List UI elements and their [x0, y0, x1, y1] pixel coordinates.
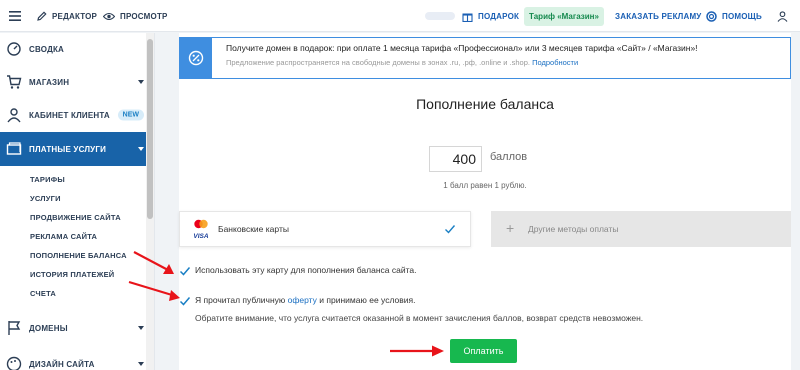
tariff-badge[interactable]: Тариф «Магазин» — [524, 7, 604, 26]
sidebar-item-paid-services[interactable]: ПЛАТНЫЕ УСЛУГИ — [0, 132, 146, 166]
lifebuoy-icon — [706, 10, 717, 22]
sidebar-item-label: ПЛАТНЫЕ УСЛУГИ — [29, 144, 107, 154]
chevron-down-icon — [138, 326, 144, 330]
main-content: Получите домен в подарок: при оплате 1 м… — [155, 33, 800, 370]
flag-icon — [8, 321, 21, 335]
sidebar-item-summary[interactable]: СВОДКА — [0, 33, 146, 65]
hamburger-menu-icon[interactable] — [9, 0, 21, 32]
pencil-icon — [37, 11, 47, 21]
editor-label: РЕДАКТОР — [52, 11, 98, 21]
eye-icon — [103, 12, 115, 20]
blurred-text — [425, 12, 455, 20]
balance-panel: Получите домен в подарок: при оплате 1 м… — [179, 33, 791, 370]
top-bar: РЕДАКТОР ПРОСМОТР ПОДАРОК Тариф «Магазин… — [0, 0, 800, 32]
dashboard-icon — [7, 42, 21, 56]
order-ads-link[interactable]: ЗАКАЗАТЬ РЕКЛАМУ — [615, 0, 702, 32]
sidebar-item-client-cabinet[interactable]: КАБИНЕТ КЛИЕНТА NEW — [0, 99, 146, 131]
scrollbar-thumb[interactable] — [147, 39, 153, 219]
save-card-label: Использовать эту карту для пополнения ба… — [195, 265, 417, 275]
editor-button[interactable]: РЕДАКТОР — [37, 0, 97, 32]
refund-note: Обратите внимание, что услуга считается … — [195, 313, 644, 323]
cart-icon — [7, 75, 22, 89]
annotation-arrow-icon — [128, 280, 180, 301]
sidebar: СВОДКА МАГАЗИН КАБИНЕТ КЛИЕНТА NEW ПЛАТН… — [0, 33, 155, 370]
agree-suffix: и принимаю ее условия. — [319, 295, 416, 305]
sidebar-item-shop[interactable]: МАГАЗИН — [0, 66, 146, 98]
submenu-invoices[interactable]: СЧЕТА — [30, 289, 56, 298]
discount-icon — [180, 38, 212, 78]
new-badge: NEW — [117, 109, 144, 121]
plus-icon: + — [506, 220, 515, 236]
annotation-arrow-icon — [133, 251, 174, 274]
agree-offer-label: Я прочитал публичную оферту и принимаю е… — [195, 295, 415, 305]
submenu-tariffs[interactable]: ТАРИФЫ — [30, 175, 65, 184]
chevron-down-icon — [138, 80, 144, 84]
pay-button[interactable]: Оплатить — [450, 339, 517, 363]
sidebar-item-label: КАБИНЕТ КЛИЕНТА — [29, 110, 110, 120]
help-button[interactable]: ПОМОЩЬ — [706, 0, 762, 32]
amount-unit-label: баллов — [490, 151, 528, 163]
chevron-down-icon — [138, 147, 144, 151]
other-methods-option[interactable]: + Другие методы оплаты — [491, 211, 791, 247]
agree-offer-checkbox-row[interactable]: Я прочитал публичную оферту и принимаю е… — [179, 295, 415, 307]
sidebar-item-design[interactable]: ДИЗАЙН САЙТА — [0, 348, 146, 370]
save-card-checkbox-row[interactable]: Использовать эту карту для пополнения ба… — [179, 265, 416, 277]
promo-details-link[interactable]: Подробности — [532, 58, 578, 67]
agree-prefix: Я прочитал публичную — [195, 295, 286, 305]
promo-headline: Получите домен в подарок: при оплате 1 м… — [226, 43, 698, 53]
promo-details-text: Предложение распространяется на свободны… — [226, 58, 530, 67]
other-methods-label: Другие методы оплаты — [528, 224, 619, 234]
sidebar-item-label: ДОМЕНЫ — [29, 323, 68, 333]
sidebar-item-label: ДИЗАЙН САЙТА — [29, 359, 95, 369]
sidebar-scrollbar[interactable] — [146, 33, 154, 370]
promo-details: Предложение распространяется на свободны… — [226, 58, 698, 67]
sidebar-item-label: СВОДКА — [29, 44, 65, 54]
offer-link[interactable]: оферту — [288, 295, 317, 305]
order-ads-label: ЗАКАЗАТЬ РЕКЛАМУ — [615, 11, 702, 21]
preview-label: ПРОСМОТР — [120, 11, 168, 21]
sidebar-item-domains[interactable]: ДОМЕНЫ — [0, 312, 146, 344]
gift-icon — [462, 13, 473, 22]
checkmark-icon — [445, 225, 456, 234]
gift-label: ПОДАРОК — [478, 11, 520, 21]
user-profile-icon[interactable] — [777, 0, 788, 32]
submenu-payment-history[interactable]: ИСТОРИЯ ПЛАТЕЖЕЙ — [30, 270, 114, 279]
gift-button[interactable]: ПОДАРОК — [462, 0, 519, 32]
preview-button[interactable]: ПРОСМОТР — [103, 0, 168, 32]
bank-cards-option[interactable]: VISA Банковские карты — [179, 211, 471, 247]
submenu-ads[interactable]: РЕКЛАМА САЙТА — [30, 232, 97, 241]
chevron-down-icon — [138, 362, 144, 366]
submenu-services[interactable]: УСЛУГИ — [30, 194, 61, 203]
bank-cards-label: Банковские карты — [218, 224, 289, 234]
amount-input[interactable]: 400 — [429, 146, 482, 172]
submenu-balance-topup[interactable]: ПОПОЛНЕНИЕ БАЛАНСА — [30, 251, 127, 260]
visa-text: VISA — [193, 233, 208, 240]
sidebar-item-label: МАГАЗИН — [29, 77, 70, 87]
user-icon — [7, 108, 21, 123]
palette-icon — [6, 356, 22, 370]
money-icon — [6, 142, 22, 155]
mastercard-visa-icon: VISA — [193, 219, 209, 240]
page-title: Пополнение баланса — [416, 96, 554, 112]
exchange-rate-text: 1 балл равен 1 рублю. — [443, 181, 527, 190]
promo-banner: Получите домен в подарок: при оплате 1 м… — [179, 37, 791, 79]
annotation-arrow-icon — [390, 345, 444, 357]
save-card-checkbox[interactable] — [179, 265, 191, 277]
help-label: ПОМОЩЬ — [722, 11, 762, 21]
submenu-promotion[interactable]: ПРОДВИЖЕНИЕ САЙТА — [30, 213, 121, 222]
